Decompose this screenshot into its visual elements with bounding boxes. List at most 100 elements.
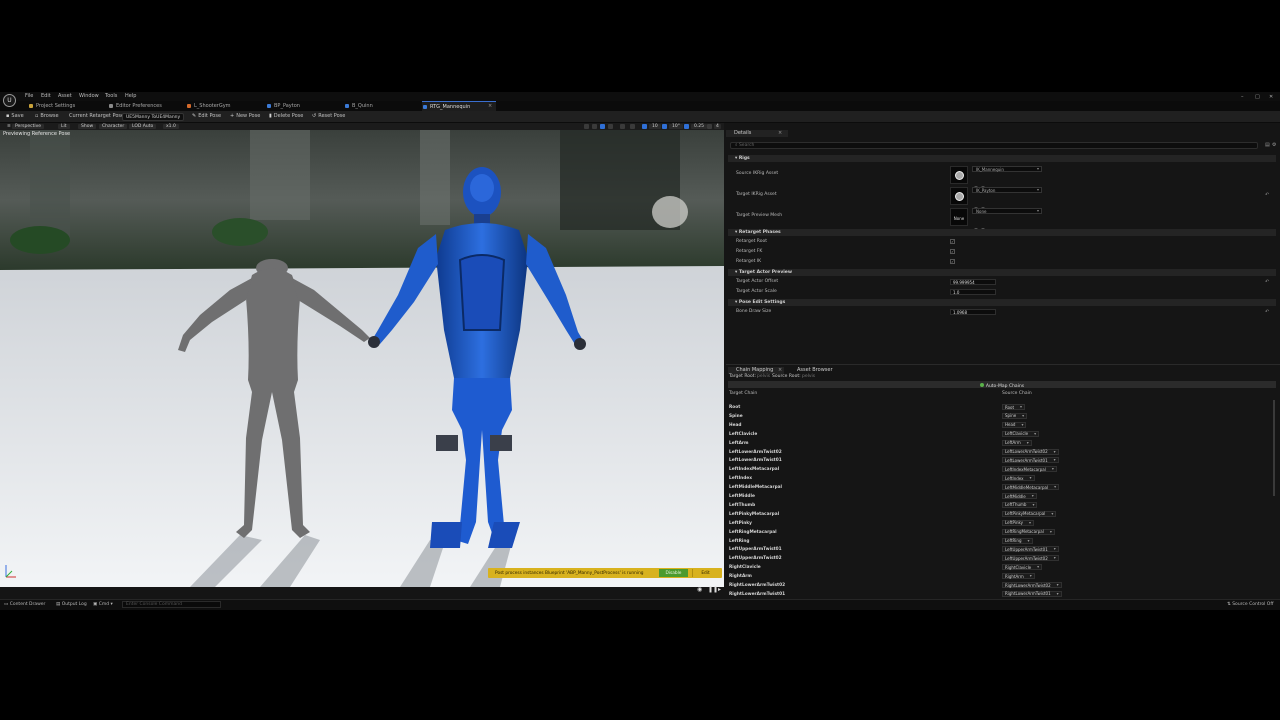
scale-snap-icon[interactable] xyxy=(684,124,689,129)
target-ikrig-actions[interactable] xyxy=(974,196,992,211)
source-ikrig-actions[interactable] xyxy=(974,175,992,190)
target-preview-mesh-select[interactable]: None xyxy=(972,208,1042,214)
world-space-icon[interactable] xyxy=(620,124,625,129)
reset-arrow-icon[interactable]: ↶ xyxy=(1265,192,1269,198)
source-ikrig-thumbnail[interactable] xyxy=(950,166,968,184)
lod-button[interactable]: LOD Auto xyxy=(129,124,157,129)
step-forward-icon[interactable]: ▸ xyxy=(718,586,721,593)
source-chain-select[interactable]: RightLowerArmTwist02 xyxy=(1002,582,1062,588)
grid-snap-icon[interactable] xyxy=(642,124,647,129)
console-command-input[interactable]: Enter Console Command xyxy=(122,601,221,608)
menu-window[interactable]: Window xyxy=(79,94,99,99)
menu-help[interactable]: Help xyxy=(125,94,136,99)
maximize-icon[interactable]: □ xyxy=(1255,94,1260,100)
edit-pose-button[interactable]: ✎ Edit Pose xyxy=(192,114,221,119)
source-chain-select[interactable]: LeftIndexMetacarpal xyxy=(1002,466,1057,473)
close-tab-icon[interactable]: × xyxy=(778,368,782,373)
source-chain-select[interactable]: RightLowerArmTwist01 xyxy=(1002,590,1062,597)
viewport[interactable]: Previewing Reference Pose Post process i… xyxy=(0,130,724,587)
rotation-snap-icon[interactable] xyxy=(662,124,667,129)
new-pose-button[interactable]: + New Pose xyxy=(230,114,260,119)
translate-tool-icon[interactable] xyxy=(592,124,597,129)
tab-asset-browser[interactable]: Asset Browser xyxy=(789,367,833,374)
character-button[interactable]: Character xyxy=(99,124,128,129)
source-chain-select[interactable]: LeftIndex xyxy=(1002,475,1035,482)
output-log-button[interactable]: ▤ Output Log xyxy=(56,602,87,608)
tab-rtg-mannequin[interactable]: RTG_Mannequin × xyxy=(422,101,496,111)
source-chain-select[interactable]: LeftRingMetacarpal xyxy=(1002,528,1055,535)
details-tab[interactable]: Details × xyxy=(726,130,788,137)
close-tab-icon[interactable]: × xyxy=(488,104,492,109)
category-pose-edit-settings[interactable]: ▾ Pose Edit Settings xyxy=(728,299,1276,306)
cmd-select[interactable]: ▣ Cmd ▾ xyxy=(93,602,113,608)
source-chain-select[interactable]: LeftUpperArmTwist01 xyxy=(1002,546,1059,553)
source-chain-select[interactable]: LeftThumb xyxy=(1002,501,1038,508)
close-details-icon[interactable]: × xyxy=(778,131,782,136)
menu-edit[interactable]: Edit xyxy=(41,94,51,99)
surface-snap-icon[interactable] xyxy=(630,124,635,129)
current-pose-select[interactable]: UE5Manny ToUE4Manny xyxy=(122,113,184,121)
source-chain-select[interactable]: LeftLowerArmTwist02 xyxy=(1002,448,1059,455)
bone-draw-size-field[interactable]: 1.0968 xyxy=(950,309,996,315)
menu-tools[interactable]: Tools xyxy=(105,94,117,99)
reset-arrow-icon[interactable]: ↶ xyxy=(1265,309,1269,315)
edit-button[interactable]: Edit xyxy=(692,569,718,577)
tab-b-quinn[interactable]: B_Quinn xyxy=(344,101,422,111)
minimize-icon[interactable]: – xyxy=(1241,94,1244,100)
delete-pose-button[interactable]: ▮ Delete Pose xyxy=(269,114,303,119)
retarget-ik-checkbox[interactable] xyxy=(950,259,955,264)
menu-file[interactable]: File xyxy=(25,94,33,99)
camera-speed-icon[interactable] xyxy=(707,124,712,129)
source-chain-select[interactable]: Spine xyxy=(1002,412,1028,419)
target-actor-offset-field[interactable]: 99.999954 xyxy=(950,279,996,285)
source-ikrig-select[interactable]: IK_Mannequin xyxy=(972,166,1042,172)
tab-level[interactable]: L_ShooterGym xyxy=(186,101,266,111)
camera-speed-value[interactable]: 4 xyxy=(714,124,721,129)
pause-icon[interactable]: ❚❚ xyxy=(708,586,718,593)
source-chain-select[interactable]: LeftPinkyMetacarpal xyxy=(1002,510,1057,517)
auto-map-chains-button[interactable]: Auto-Map Chains xyxy=(728,381,1276,388)
category-rigs[interactable]: ▾ Rigs xyxy=(728,155,1276,162)
retarget-fk-checkbox[interactable] xyxy=(950,249,955,254)
lit-button[interactable]: Lit xyxy=(58,124,70,129)
preview-mesh-actions[interactable] xyxy=(974,217,992,232)
grid-snap-value[interactable]: 10 xyxy=(649,124,661,129)
menu-asset[interactable]: Asset xyxy=(58,94,72,99)
source-chain-select[interactable]: Head xyxy=(1002,421,1027,428)
filter-icon[interactable]: ▤ xyxy=(1265,143,1270,148)
source-chain-select[interactable]: LeftRing xyxy=(1002,537,1033,544)
category-retarget-phases[interactable]: ▾ Retarget Phases xyxy=(728,229,1276,236)
preview-mesh-thumbnail[interactable]: None xyxy=(950,208,968,226)
save-button[interactable]: ▪ Save xyxy=(6,114,24,119)
retarget-root-checkbox[interactable] xyxy=(950,239,955,244)
chain-list-scrollbar[interactable] xyxy=(1273,400,1275,496)
category-target-actor-preview[interactable]: ▾ Target Actor Preview xyxy=(728,269,1276,276)
source-chain-select[interactable]: RightArm xyxy=(1002,573,1035,580)
source-chain-select[interactable]: LeftMiddle xyxy=(1002,493,1037,499)
source-chain-select[interactable]: LeftArm xyxy=(1002,439,1032,446)
close-icon[interactable]: ✕ xyxy=(1269,94,1273,100)
tab-editor-preferences[interactable]: Editor Preferences xyxy=(108,101,186,111)
source-chain-select[interactable]: LeftClavicle xyxy=(1002,430,1040,437)
show-button[interactable]: Show xyxy=(78,124,97,129)
tab-bp-payton[interactable]: BP_Payton xyxy=(266,101,344,111)
target-ikrig-thumbnail[interactable] xyxy=(950,187,968,205)
scale-snap-value[interactable]: 0.25 xyxy=(691,124,708,129)
source-chain-select[interactable]: Root xyxy=(1002,404,1026,410)
reset-pose-button[interactable]: ↺ Reset Pose xyxy=(312,114,345,119)
source-chain-select[interactable]: LeftMiddleMetacarpal xyxy=(1002,484,1060,491)
target-ikrig-select[interactable]: IK_Payton xyxy=(972,187,1042,193)
content-drawer-button[interactable]: ▭ Content Drawer xyxy=(4,602,45,608)
scale-tool-icon[interactable] xyxy=(608,124,613,129)
source-chain-select[interactable]: LeftLowerArmTwist01 xyxy=(1002,457,1059,464)
browse-button[interactable]: ▫ Browse xyxy=(35,114,59,119)
target-actor-scale-field[interactable]: 1.0 xyxy=(950,289,996,295)
disable-button[interactable]: Disable xyxy=(659,569,688,577)
gear-icon[interactable]: ⚙ xyxy=(1272,143,1276,148)
tab-chain-mapping[interactable]: Chain Mapping × xyxy=(728,367,784,374)
source-chain-select[interactable]: LeftUpperArmTwist02 xyxy=(1002,555,1059,562)
source-chain-select[interactable]: LeftPinky xyxy=(1002,519,1035,526)
source-control-button[interactable]: ⇅ Source Control Off xyxy=(1227,602,1273,608)
perspective-button[interactable]: Perspective xyxy=(12,124,45,129)
rotation-snap-value[interactable]: 10° xyxy=(669,124,683,129)
